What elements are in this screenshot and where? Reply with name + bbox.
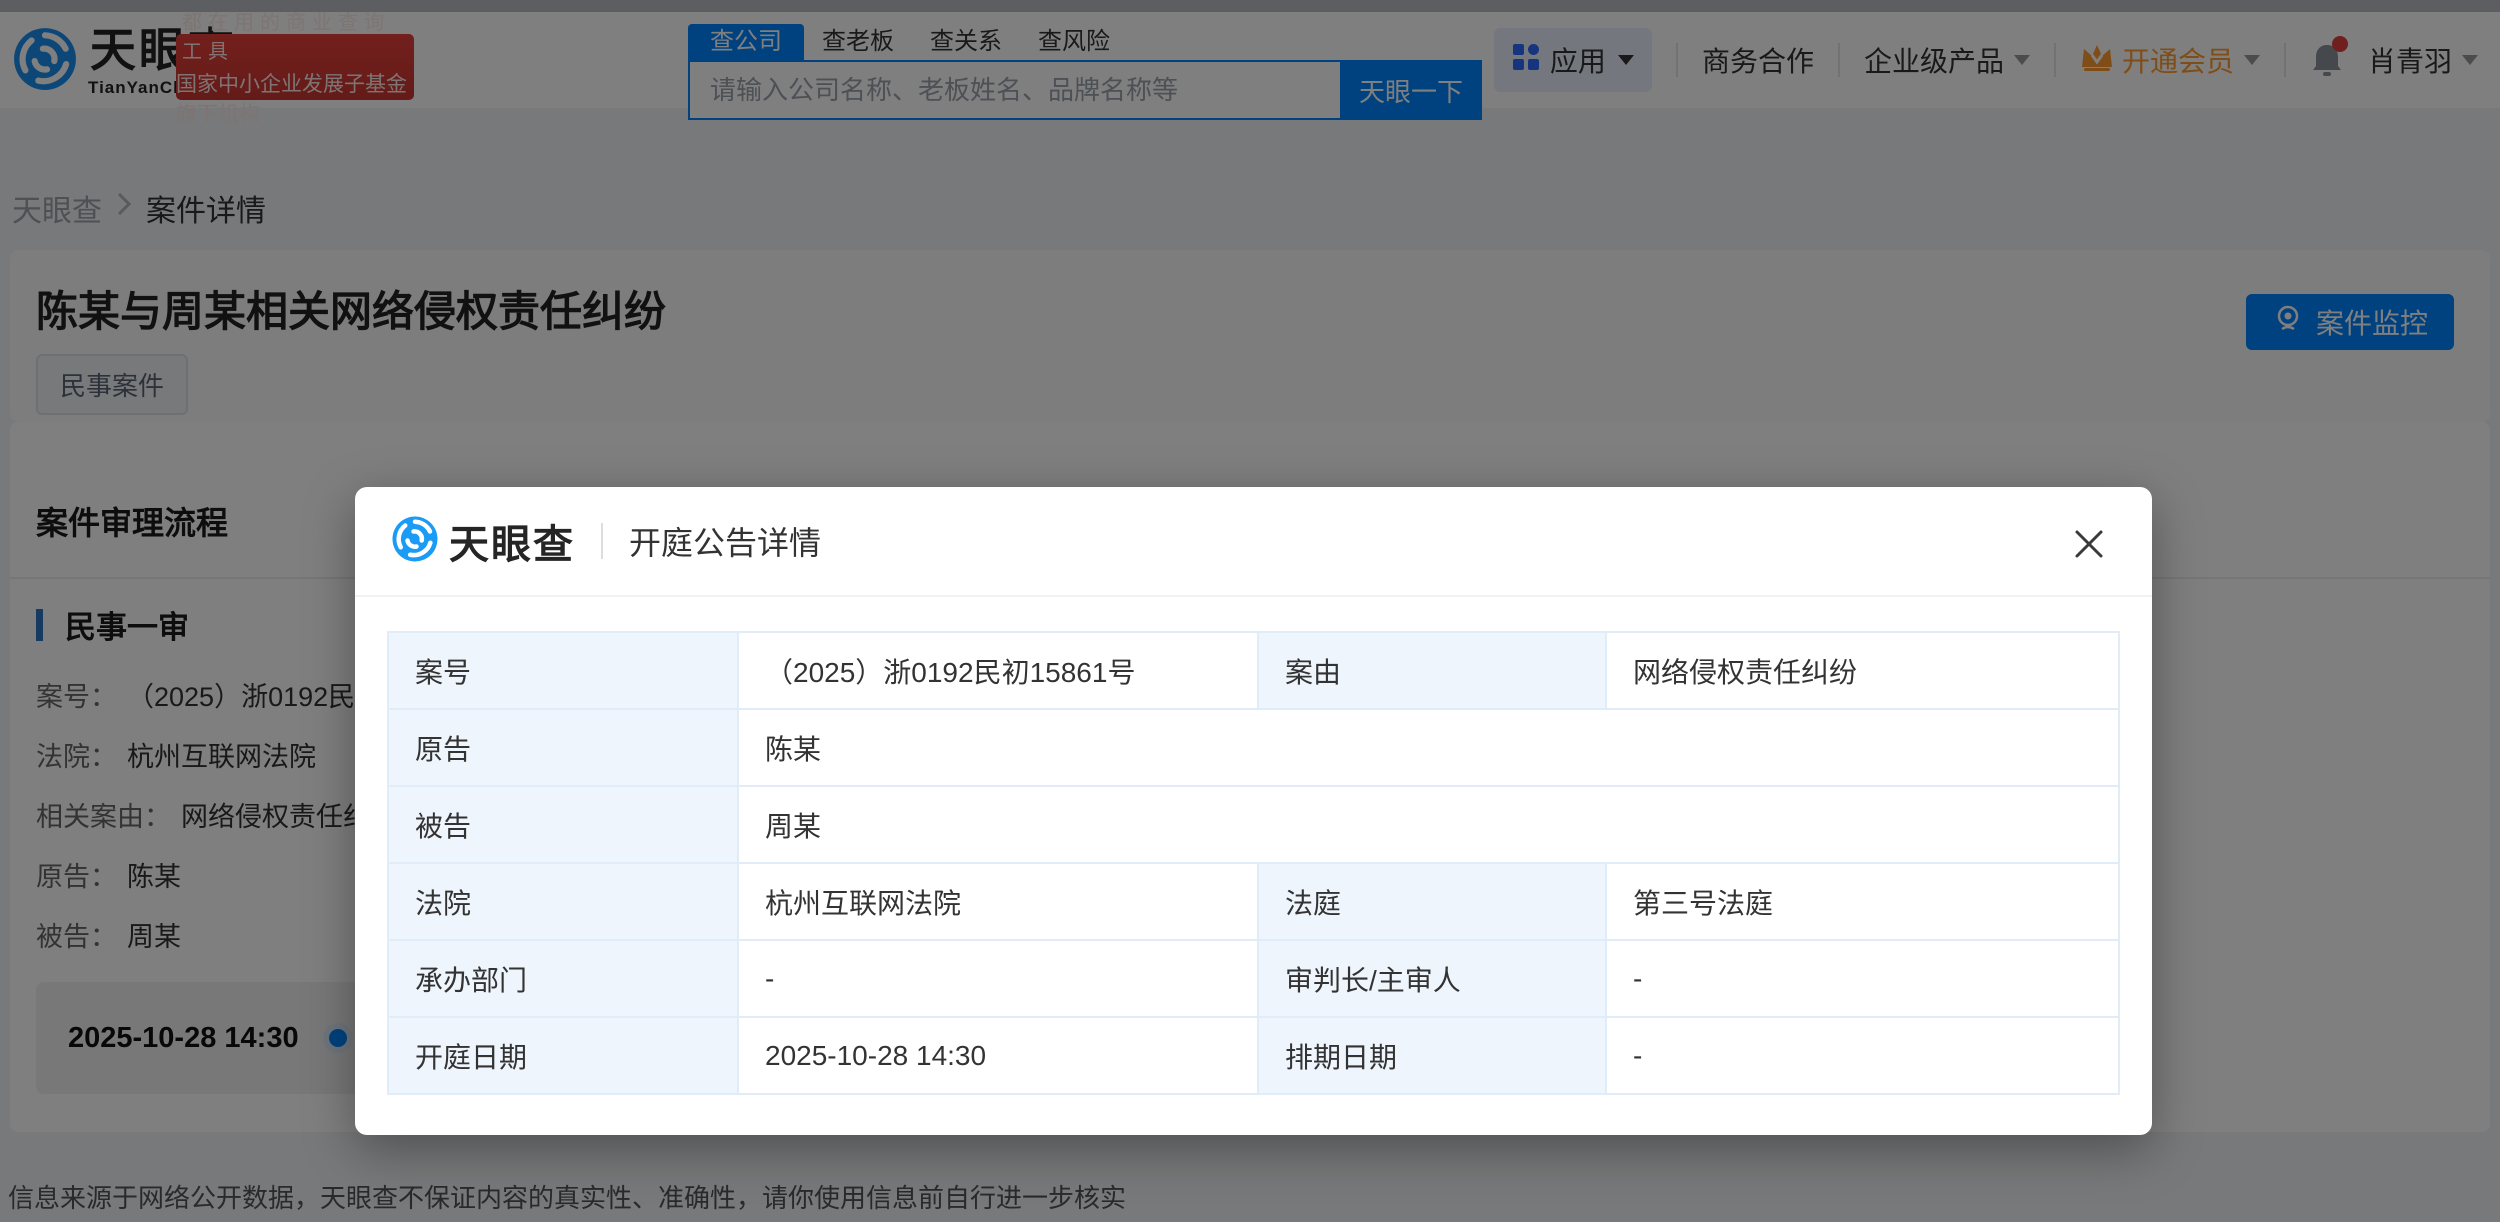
modal-brand-name: 天眼查 <box>449 512 575 570</box>
hearing-detail-table: 案号 （2025）浙0192民初15861号 案由 网络侵权责任纠纷 原告 陈某… <box>387 631 2120 1095</box>
table-row: 开庭日期 2025-10-28 14:30 排期日期 - <box>388 1017 2119 1094</box>
cell-value: 陈某 <box>738 709 2119 786</box>
cell-value: 2025-10-28 14:30 <box>738 1017 1258 1094</box>
cell-value: 杭州互联网法院 <box>738 863 1258 940</box>
modal-title: 开庭公告详情 <box>629 518 821 564</box>
tianyancha-eye-icon <box>391 515 439 568</box>
close-icon[interactable] <box>2070 525 2108 563</box>
cell-value: - <box>1606 940 2119 1017</box>
table-row: 承办部门 - 审判长/主审人 - <box>388 940 2119 1017</box>
cell-label: 案号 <box>388 632 738 709</box>
table-row: 法院 杭州互联网法院 法庭 第三号法庭 <box>388 863 2119 940</box>
cell-value: 网络侵权责任纠纷 <box>1606 632 2119 709</box>
cell-label: 原告 <box>388 709 738 786</box>
cell-value: （2025）浙0192民初15861号 <box>738 632 1258 709</box>
table-row: 原告 陈某 <box>388 709 2119 786</box>
cell-value: 周某 <box>738 786 2119 863</box>
cell-value: - <box>738 940 1258 1017</box>
hearing-detail-modal: 天眼查 开庭公告详情 案号 （2025）浙0192民初15861号 案由 网络侵… <box>355 487 2152 1135</box>
cell-label: 法庭 <box>1258 863 1606 940</box>
cell-label: 排期日期 <box>1258 1017 1606 1094</box>
cell-label: 审判长/主审人 <box>1258 940 1606 1017</box>
cell-label: 开庭日期 <box>388 1017 738 1094</box>
modal-brand-logo: 天眼查 <box>391 512 575 570</box>
cell-label: 法院 <box>388 863 738 940</box>
table-row: 案号 （2025）浙0192民初15861号 案由 网络侵权责任纠纷 <box>388 632 2119 709</box>
cell-value: - <box>1606 1017 2119 1094</box>
cell-label: 被告 <box>388 786 738 863</box>
modal-body: 案号 （2025）浙0192民初15861号 案由 网络侵权责任纠纷 原告 陈某… <box>355 597 2152 1095</box>
cell-label: 案由 <box>1258 632 1606 709</box>
modal-header: 天眼查 开庭公告详情 <box>355 487 2152 597</box>
cell-value: 第三号法庭 <box>1606 863 2119 940</box>
divider <box>601 523 603 559</box>
table-row: 被告 周某 <box>388 786 2119 863</box>
cell-label: 承办部门 <box>388 940 738 1017</box>
